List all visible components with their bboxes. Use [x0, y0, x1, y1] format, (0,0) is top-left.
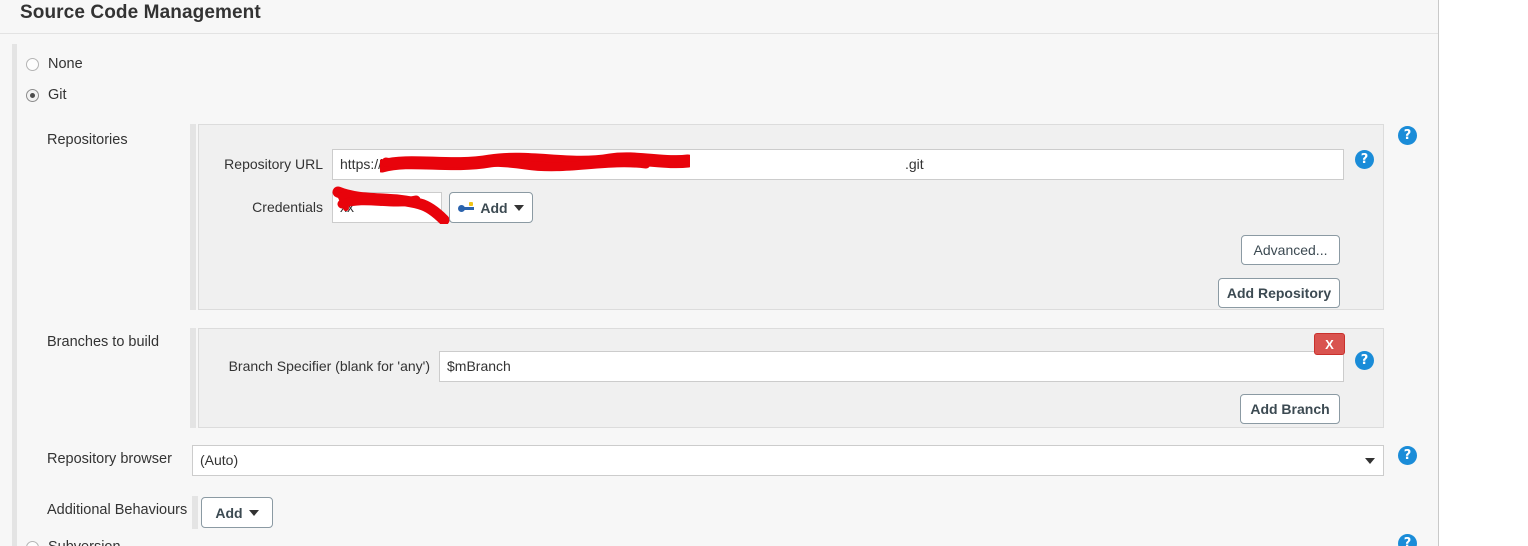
help-icon-repositories[interactable]: ? — [1398, 126, 1417, 145]
chevron-down-icon — [1365, 457, 1375, 464]
credentials-value: xx — [340, 199, 354, 215]
repository-url-value: https:// — [340, 156, 383, 172]
radio-subversion-input[interactable] — [26, 540, 39, 546]
credentials-label: Credentials — [252, 199, 323, 215]
scm-left-accent-bar — [12, 44, 17, 546]
branch-specifier-input[interactable]: $mBranch — [439, 351, 1344, 382]
add-branch-button[interactable]: Add Branch — [1240, 394, 1340, 424]
section-label-additional-behaviours: Additional Behaviours — [47, 502, 188, 518]
section-label-repository-browser: Repository browser — [47, 451, 172, 467]
advanced-label: Advanced... — [1253, 242, 1328, 258]
add-behaviour-label: Add — [215, 504, 243, 521]
key-icon — [458, 201, 475, 214]
add-credentials-button[interactable]: Add — [449, 192, 533, 223]
credentials-select[interactable]: xx — [332, 192, 442, 223]
radio-none-input[interactable] — [26, 57, 39, 71]
title-separator — [0, 33, 1438, 34]
branch-specifier-label: Branch Specifier (blank for 'any') — [228, 358, 430, 374]
branches-accent-bar — [190, 328, 196, 428]
branch-specifier-value: $mBranch — [447, 358, 511, 374]
repositories-accent-bar — [190, 124, 196, 310]
add-repository-label: Add Repository — [1226, 285, 1332, 301]
radio-row-git[interactable]: Git — [26, 85, 67, 105]
repository-url-value-suffix: .git — [904, 156, 924, 172]
repository-browser-value: (Auto) — [200, 452, 239, 468]
radio-git-input[interactable] — [26, 88, 39, 102]
delete-branch-button[interactable]: X — [1314, 333, 1345, 355]
help-icon-repository-url[interactable]: ? — [1355, 150, 1374, 169]
radio-none-label: None — [48, 56, 83, 72]
add-credentials-label: Add — [480, 199, 508, 216]
help-icon-subversion[interactable]: ? — [1398, 534, 1417, 546]
help-icon-repository-browser[interactable]: ? — [1398, 446, 1417, 465]
additional-behaviours-accent-bar — [192, 496, 198, 529]
repository-browser-select[interactable]: (Auto) — [192, 445, 1384, 476]
scm-configuration-page: Source Code Management None Git Subversi… — [0, 0, 1528, 546]
repository-url-label: Repository URL — [224, 156, 323, 172]
repository-url-input[interactable]: https://XXXXXXXXXXXXXXXXXXXXXXXXXXXXXXXX… — [332, 149, 1344, 180]
radio-git-label: Git — [48, 87, 67, 103]
chevron-down-icon — [248, 509, 259, 516]
section-label-repositories: Repositories — [47, 132, 128, 148]
chevron-down-icon — [423, 204, 433, 211]
page-title: Source Code Management — [20, 2, 261, 23]
radio-row-subversion[interactable]: Subversion — [26, 537, 121, 546]
add-repository-button[interactable]: Add Repository — [1218, 278, 1340, 308]
help-icon-branch-specifier[interactable]: ? — [1355, 351, 1374, 370]
radio-subversion-label: Subversion — [48, 539, 121, 546]
chevron-down-icon — [513, 204, 524, 211]
add-branch-label: Add Branch — [1250, 401, 1330, 417]
advanced-button[interactable]: Advanced... — [1241, 235, 1340, 265]
add-behaviour-button[interactable]: Add — [201, 497, 273, 528]
radio-row-none[interactable]: None — [26, 54, 83, 74]
section-label-branches: Branches to build — [47, 334, 160, 350]
